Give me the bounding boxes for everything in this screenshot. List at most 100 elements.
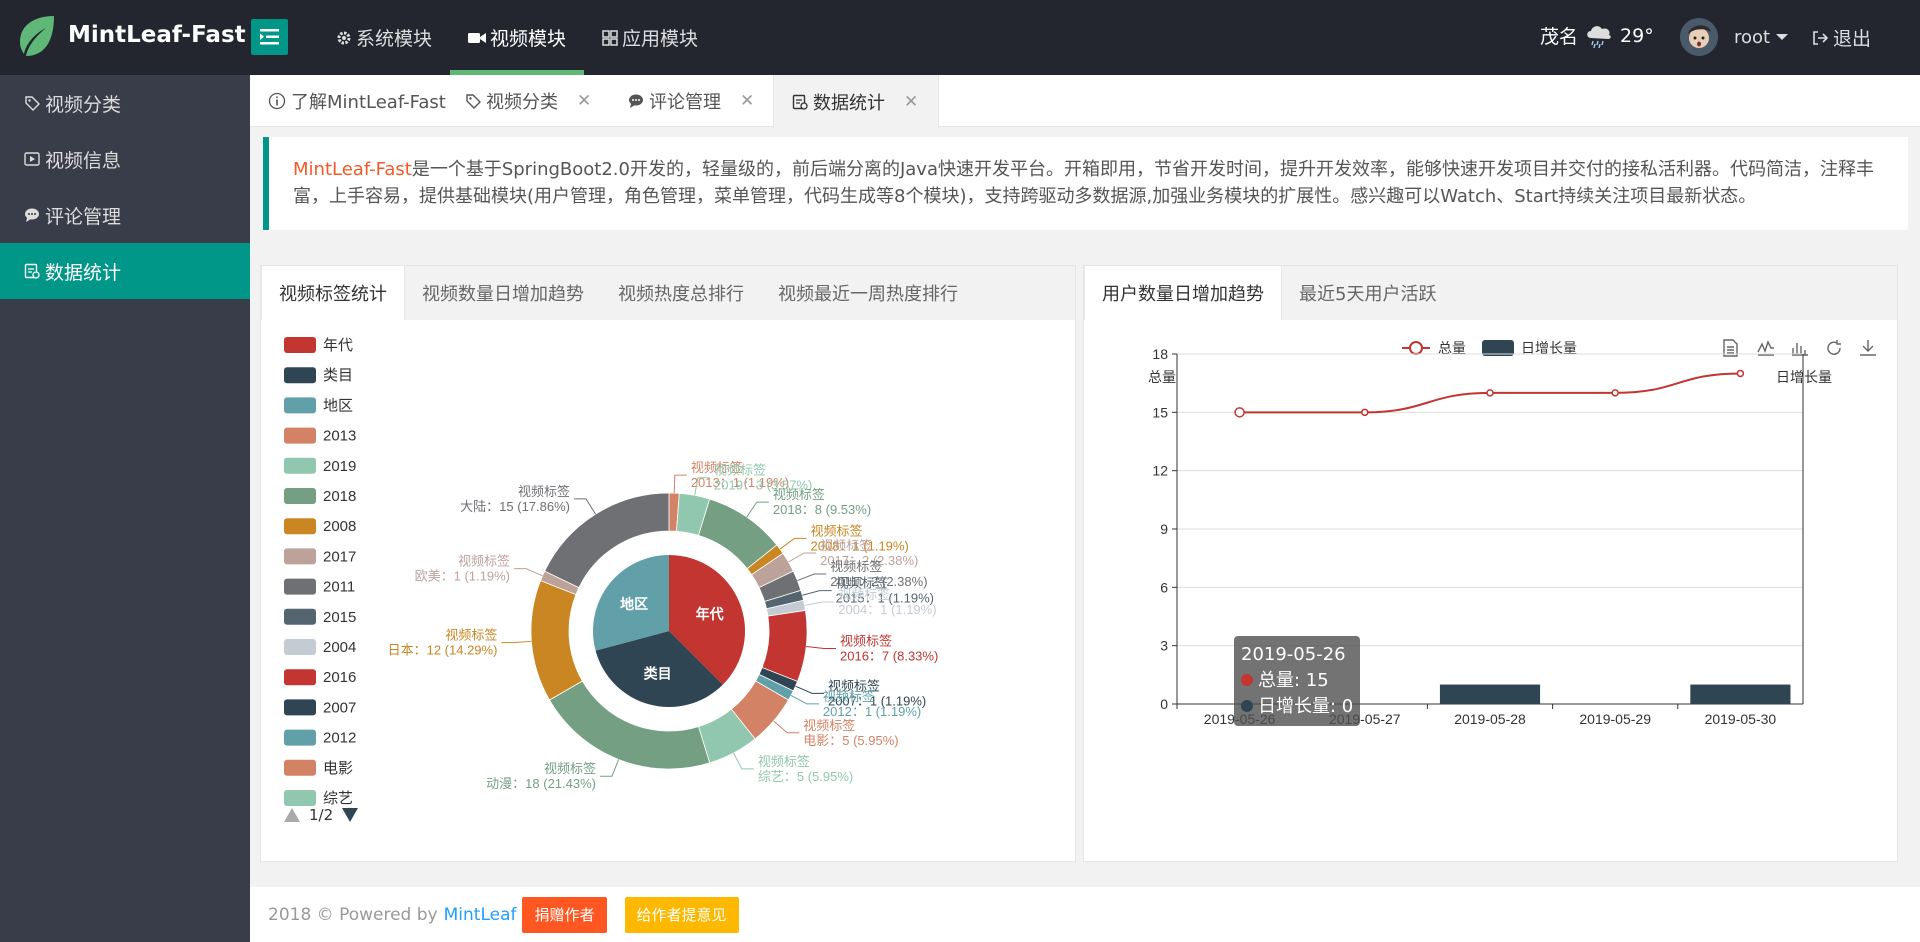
tab-close-icon[interactable]: ✕: [577, 91, 591, 111]
topnav-video[interactable]: 视频模块: [450, 0, 585, 75]
legend-swatch: [284, 790, 316, 806]
y-axis-title-right: 日增长量: [1776, 369, 1832, 385]
weather-temp: 29°: [1620, 24, 1654, 47]
pie-label-line: [733, 752, 754, 770]
line-point: [1736, 369, 1745, 378]
download-icon[interactable]: [1860, 340, 1876, 356]
pie-label-title: 视频标签: [518, 484, 570, 499]
tab-user-active-5days[interactable]: 最近5天用户活跃: [1282, 266, 1453, 320]
tab-label: 评论管理: [649, 92, 721, 113]
legend-label: 2015: [323, 609, 356, 626]
legend-swatch: [284, 337, 316, 353]
user-menu[interactable]: root: [1680, 18, 1789, 56]
topnav-apps[interactable]: 应用模块: [584, 0, 716, 75]
tab-label: 视频分类: [486, 92, 558, 113]
legend-label: 电影: [323, 760, 353, 777]
topnav-label: 系统模块: [356, 28, 433, 50]
pie-label-value: 2012：1 (1.19%): [823, 704, 921, 719]
line-type-icon[interactable]: [1757, 340, 1774, 356]
video-icon: [468, 32, 487, 43]
username: root: [1734, 26, 1771, 48]
footer: 2018 © Powered by MintLeaf 捐赠作者 给作者提意见: [250, 887, 1920, 942]
tab-video-hot-total[interactable]: 视频热度总排行: [601, 266, 761, 320]
line-point: [1486, 389, 1494, 397]
y-tick-label: 15: [1152, 404, 1168, 420]
pie-label-line: [501, 640, 532, 644]
tab-about[interactable]: 了解MintLeaf-Fast: [268, 75, 446, 127]
pie-label-line: [746, 501, 769, 518]
pie-label-value: 2016：7 (8.33%): [840, 648, 938, 663]
legend-swatch: [284, 548, 316, 565]
sidebar-item-statistics[interactable]: 数据统计: [0, 243, 250, 299]
sidebar-toggle-button[interactable]: [251, 19, 288, 55]
rain-cloud-icon: [1587, 25, 1611, 48]
top-header: MintLeaf-Fast 系统模块 视频模块 应用模块 茂名 29° root: [0, 0, 1920, 75]
sidebar-item-label: 视频信息: [45, 149, 122, 172]
tab-video-hot-week[interactable]: 视频最近一周热度排行: [761, 266, 975, 320]
donate-button[interactable]: 捐赠作者: [522, 896, 607, 933]
pie-label-line: [600, 759, 620, 777]
legend-label: 2018: [323, 488, 356, 505]
sidebar-item-label: 视频分类: [45, 93, 122, 116]
logout-label: 退出: [1833, 28, 1872, 50]
intro-text: 是一个基于SpringBoot2.0开发的，轻量级的，前后端分离的Java快速开…: [293, 159, 1874, 207]
outer-ring-slice: [530, 580, 583, 701]
pie-label-value: 动漫：18 (21.43%): [486, 776, 596, 791]
tag-icon: [25, 96, 40, 111]
pie-label-title: 视频标签: [758, 754, 810, 769]
tab-close-icon[interactable]: ✕: [904, 92, 918, 112]
user-stats-tabs: 用户数量日增加趋势 最近5天用户活跃: [1084, 266, 1897, 320]
pie-label-line: [802, 590, 832, 596]
sidebar-item-video-category[interactable]: 视频分类: [0, 75, 250, 131]
tab-close-icon[interactable]: ✕: [740, 91, 754, 111]
tab-video-category[interactable]: 视频分类 ✕: [465, 75, 591, 127]
pie-label-value: 电影：5 (5.95%): [803, 733, 898, 748]
tab-user-daily-trend[interactable]: 用户数量日增加趋势: [1084, 266, 1282, 320]
y-tick-label: 12: [1152, 463, 1168, 479]
tab-comments[interactable]: 评论管理 ✕: [628, 75, 754, 127]
legend-label: 2012: [323, 730, 356, 747]
logout-button[interactable]: 退出: [1812, 24, 1871, 51]
legend-prev-icon[interactable]: [283, 807, 301, 823]
tag-icon: [466, 94, 481, 109]
tab-statistics[interactable]: 数据统计 ✕: [773, 75, 940, 128]
topnav-system[interactable]: 系统模块: [318, 0, 450, 75]
line-point: [1611, 389, 1619, 397]
chart-tooltip: 2019-05-26 总量: 15 日增长量: 0: [1234, 636, 1361, 726]
pie-label-value: 综艺：5 (5.95%): [758, 769, 853, 784]
app-title: MintLeaf-Fast: [68, 22, 246, 48]
feedback-button[interactable]: 给作者提意见: [624, 896, 739, 933]
y-tick-label: 3: [1160, 638, 1168, 654]
refresh-icon[interactable]: [1827, 340, 1841, 355]
leaf-logo-icon: [20, 16, 54, 56]
play-icon: [24, 152, 40, 166]
user-stats-panel: 用户数量日增加趋势 最近5天用户活跃 总量 日增长量 总量 日增长量 0 3 6 9 12 15 1…: [1083, 265, 1898, 862]
tab-video-tag-stats[interactable]: 视频标签统计: [261, 266, 405, 320]
y-tick-label: 9: [1160, 521, 1168, 537]
legend-swatch: [284, 488, 316, 504]
apps-icon: [602, 29, 618, 46]
page-tabs: 了解MintLeaf-Fast 视频分类 ✕ 评论管理 ✕ 数据统计 ✕: [250, 75, 1920, 128]
tooltip-total: 总量: 15: [1258, 670, 1329, 691]
weather-city: 茂名: [1540, 26, 1579, 48]
legend-label: 地区: [323, 397, 353, 414]
bar-type-icon[interactable]: [1792, 343, 1808, 356]
sidebar-item-comments[interactable]: 评论管理: [0, 187, 250, 243]
tab-label: 了解MintLeaf-Fast: [291, 92, 446, 113]
pie-label-value: 2018：8 (9.53%): [773, 502, 871, 517]
legend-next-icon[interactable]: [341, 807, 359, 823]
tab-video-daily-trend[interactable]: 视频数量日增加趋势: [405, 266, 601, 320]
pie-label-title: 视频标签: [445, 628, 497, 643]
footer-link[interactable]: MintLeaf: [444, 905, 517, 925]
footer-copyright: 2018 © Powered by: [268, 904, 438, 925]
pie-label-line: [797, 573, 827, 582]
legend-label: 2004: [323, 639, 356, 656]
x-tick-label: 2019-05-30: [1705, 711, 1777, 727]
pie-label-title: 视频标签: [458, 554, 510, 569]
x-tick-label: 2019-05-28: [1454, 711, 1526, 727]
legend-label: 年代: [323, 337, 353, 354]
stats-icon: [792, 94, 808, 110]
sidebar-item-video-info[interactable]: 视频信息: [0, 131, 250, 187]
pie-label-line: [804, 601, 835, 606]
sidebar-item-label: 数据统计: [45, 261, 122, 284]
